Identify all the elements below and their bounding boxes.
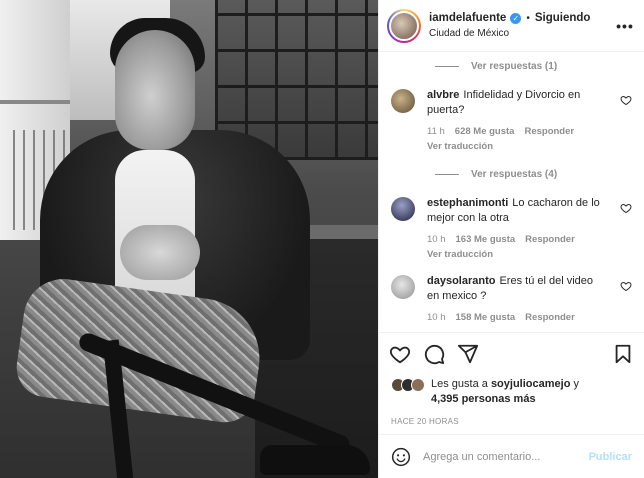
author-username[interactable]: iamdelafuente xyxy=(429,11,506,26)
comment-item: estephanimonti Lo cacharon de lo mejor co… xyxy=(391,196,632,260)
following-button[interactable]: Siguiendo xyxy=(535,11,591,26)
comment-likes[interactable]: 163 Me gusta xyxy=(456,234,516,245)
post-timestamp[interactable]: HACE 20 HORAS xyxy=(379,417,644,426)
liker-username[interactable]: soyjuliocamejo xyxy=(491,378,570,390)
view-replies-button[interactable]: Ver respuestas (4) xyxy=(435,160,632,188)
comment-meta: 10 h 158 Me gusta Responder xyxy=(427,312,607,323)
comment-input[interactable] xyxy=(423,450,589,463)
man-hand xyxy=(120,225,200,280)
post-header: iamdelafuente ✓ • Siguiendo Ciudad de Mé… xyxy=(379,0,644,52)
view-replies-label: Ver respuestas (1) xyxy=(471,60,558,72)
reply-button[interactable]: Responder xyxy=(525,234,575,245)
share-icon[interactable] xyxy=(457,343,479,365)
post-photo[interactable] xyxy=(0,0,378,478)
post-actions: Les gusta a soyjuliocamejo y 4,395 perso… xyxy=(379,332,644,478)
likes-text: Les gusta a soyjuliocamejo y 4,395 perso… xyxy=(431,378,579,405)
man-shoe xyxy=(260,445,370,475)
view-replies-button[interactable]: Ver respuestas (1) xyxy=(435,52,632,80)
comment-icon[interactable] xyxy=(423,343,445,365)
avatar[interactable] xyxy=(389,10,419,41)
reply-button[interactable]: Responder xyxy=(524,126,574,137)
story-ring[interactable] xyxy=(387,8,421,43)
comment-username[interactable]: daysolaranto xyxy=(427,275,495,287)
comment-username[interactable]: alvbre xyxy=(427,89,459,101)
emoji-icon[interactable] xyxy=(391,447,411,467)
comment-likes[interactable]: 628 Me gusta xyxy=(455,126,515,137)
comment-likes[interactable]: 158 Me gusta xyxy=(456,312,516,323)
likes-count[interactable]: 4,395 personas más xyxy=(431,393,536,405)
likes-summary: Les gusta a soyjuliocamejo y 4,395 perso… xyxy=(379,377,644,407)
see-translation-button[interactable]: Ver traducción xyxy=(427,249,607,260)
heart-icon[interactable] xyxy=(389,343,411,365)
comments-list: Ver respuestas (1) alvbre Infidelidad y D… xyxy=(379,52,644,332)
comment-meta: 10 h 163 Me gusta Responder xyxy=(427,234,607,245)
action-icons xyxy=(379,333,644,375)
bookmark-icon[interactable] xyxy=(612,343,634,365)
comment-item: alvbre Infidelidad y Divorcio en puerta? … xyxy=(391,88,632,152)
heart-icon[interactable] xyxy=(620,280,632,292)
reply-button[interactable]: Responder xyxy=(525,312,575,323)
separator-dot: • xyxy=(526,12,530,24)
see-translation-button[interactable]: Ver traducción xyxy=(427,141,607,152)
comment-time[interactable]: 10 h xyxy=(427,234,446,245)
comment-time[interactable]: 11 h xyxy=(427,126,445,137)
location-link[interactable]: Ciudad de México xyxy=(429,26,614,41)
comment-username[interactable]: estephanimonti xyxy=(427,197,508,209)
heart-icon[interactable] xyxy=(620,202,632,214)
add-comment-bar: Publicar xyxy=(379,434,644,478)
verified-badge-icon: ✓ xyxy=(510,12,522,24)
commenter-avatar[interactable] xyxy=(391,197,415,221)
commenter-avatar[interactable] xyxy=(391,89,415,113)
publish-button[interactable]: Publicar xyxy=(589,451,632,463)
man-head xyxy=(115,30,195,150)
more-options-icon[interactable]: ••• xyxy=(614,18,636,34)
commenter-avatar[interactable] xyxy=(391,275,415,299)
comment-item: daysolaranto Eres tú el del video en mexi… xyxy=(391,274,632,323)
comment-time[interactable]: 10 h xyxy=(427,312,446,323)
view-replies-label: Ver respuestas (4) xyxy=(471,168,558,180)
comment-meta: 11 h 628 Me gusta Responder xyxy=(427,126,607,137)
header-text: iamdelafuente ✓ • Siguiendo Ciudad de Mé… xyxy=(429,11,614,41)
heart-icon[interactable] xyxy=(620,94,632,106)
post-side-panel: iamdelafuente ✓ • Siguiendo Ciudad de Mé… xyxy=(378,0,644,478)
liker-avatars xyxy=(391,378,425,392)
avatar[interactable] xyxy=(411,378,425,392)
instagram-post: iamdelafuente ✓ • Siguiendo Ciudad de Mé… xyxy=(0,0,644,478)
